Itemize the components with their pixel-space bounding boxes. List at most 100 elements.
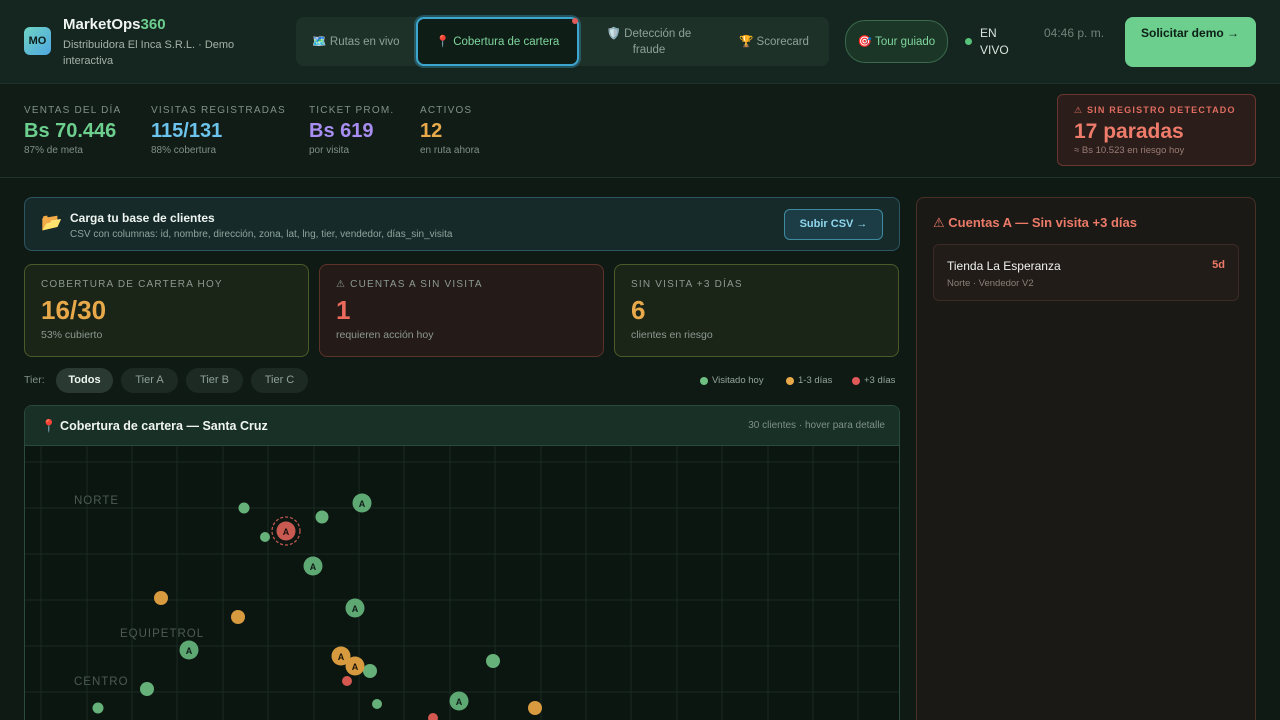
account-name: Tienda La Esperanza xyxy=(947,259,1061,273)
card-label: SIN VISITA +3 DÍAS xyxy=(631,279,743,290)
kpi-visitas: VISITAS REGISTRADAS 115/131 88% cobertur… xyxy=(151,105,286,156)
tier-a-letter: A xyxy=(338,652,345,662)
card-sub: 53% cubierto xyxy=(41,329,103,341)
card-cobertura: COBERTURA DE CARTERA HOY 16/30 53% cubie… xyxy=(24,264,309,357)
kpi-sub: en ruta ahora xyxy=(420,145,480,156)
client-point[interactable] xyxy=(231,610,245,624)
tab-cobertura-de-cartera[interactable]: 📍 Cobertura de cartera xyxy=(416,17,579,66)
kpi-strip: VENTAS DEL DÍA Bs 70.446 87% de meta VIS… xyxy=(0,85,1280,178)
client-point[interactable] xyxy=(528,701,542,715)
legend-3plus-dias: +3 días xyxy=(864,375,896,386)
legend-dot-3plus xyxy=(852,377,860,385)
client-point[interactable] xyxy=(428,713,438,720)
client-point[interactable] xyxy=(342,676,352,686)
legend-dot-visitado xyxy=(700,377,708,385)
tab-cobertura-label: 📍 Cobertura de cartera xyxy=(435,35,560,48)
card-label: ⚠ CUENTAS A SIN VISITA xyxy=(336,279,483,290)
list-item[interactable]: Tienda La Esperanza Norte · Vendedor V2 … xyxy=(933,244,1239,301)
live-status: EN VIVO xyxy=(980,26,1009,57)
map-header: 📍 Cobertura de cartera — Santa Cruz 30 c… xyxy=(25,406,899,446)
brand-name: MarketOps360 xyxy=(63,16,273,33)
tier-a-alert-point[interactable]: A xyxy=(271,516,301,546)
kpi-value: 115/131 xyxy=(151,120,223,142)
client-point[interactable] xyxy=(486,654,500,668)
kpi-label: VISITAS REGISTRADAS xyxy=(151,105,286,116)
subir-csv-button[interactable]: Subir CSV → xyxy=(784,209,883,240)
chip-tier-a[interactable]: Tier A xyxy=(121,368,178,393)
tier-a-letter: A xyxy=(352,604,359,614)
brand-name-accent: 360 xyxy=(140,16,166,33)
card-sub: requieren acción hoy xyxy=(336,329,434,341)
tab-scorecard[interactable]: 🏆 Scorecard xyxy=(719,17,829,66)
kpi-value: 12 xyxy=(420,120,443,142)
solicitar-demo-button[interactable]: Solicitar demo → xyxy=(1125,17,1256,67)
main-tabs: 🗺️ Rutas en vivo 📍 Cobertura de cartera … xyxy=(296,17,829,66)
client-point[interactable] xyxy=(140,682,154,696)
tour-guiado-button[interactable]: 🎯 Tour guiado xyxy=(845,20,948,63)
zone-label-centro: CENTRO xyxy=(74,676,129,688)
client-point[interactable] xyxy=(363,664,377,678)
tier-a-letter: A xyxy=(310,562,317,572)
brand-name-main: MarketOps xyxy=(63,16,141,33)
legend-visitado: Visitado hoy xyxy=(712,375,764,386)
alert-title: ⚠ SIN REGISTRO DETECTADO xyxy=(1074,105,1236,115)
map-panel: 📍 Cobertura de cartera — Santa Cruz 30 c… xyxy=(24,405,900,720)
tab-deteccion-de-fraude[interactable]: 🛡️ Detección de fraude xyxy=(579,17,719,66)
days-without-visit: 5d xyxy=(1212,259,1225,271)
tier-a-letter: A xyxy=(352,662,359,672)
chip-tier-b[interactable]: Tier B xyxy=(186,368,243,393)
coverage-map[interactable]: NORTE EQUIPETROL CENTRO A A A A A A A A xyxy=(25,446,899,720)
side-panel-title: ⚠ Cuentas A — Sin visita +3 días xyxy=(933,215,1137,230)
overdue-points[interactable] xyxy=(342,676,438,720)
legend-1-3-dias: 1-3 días xyxy=(798,375,833,386)
card-sub: clientes en riesgo xyxy=(631,329,713,341)
client-point[interactable] xyxy=(238,502,250,514)
tier-a-letter: A xyxy=(456,697,463,707)
kpi-ticket: TICKET PROM. Bs 619 por visita xyxy=(309,105,394,156)
map-meta: 30 clientes · hover para detalle xyxy=(748,420,885,431)
kpi-value: Bs 619 xyxy=(309,120,374,142)
brand-block: MarketOps360 Distribuidora El Inca S.R.L… xyxy=(63,16,273,69)
cuentas-a-panel: ⚠ Cuentas A — Sin visita +3 días Tienda … xyxy=(916,197,1256,720)
card-sin-visita: SIN VISITA +3 DÍAS 6 clientes en riesgo xyxy=(614,264,899,357)
csv-upload-banner: 📂 Carga tu base de clientes CSV con colu… xyxy=(24,197,900,251)
alert-sub: ≈ Bs 10.523 en riesgo hoy xyxy=(1074,145,1185,156)
kpi-sub: por visita xyxy=(309,145,350,156)
brand-logo: MO xyxy=(24,27,51,55)
chip-todos[interactable]: Todos xyxy=(56,368,113,393)
client-point[interactable] xyxy=(372,699,382,709)
client-point[interactable] xyxy=(154,591,168,605)
kpi-ventas: VENTAS DEL DÍA Bs 70.446 87% de meta xyxy=(24,105,121,156)
kpi-sub: 88% cobertura xyxy=(151,145,217,156)
zone-label-norte: NORTE xyxy=(74,495,119,507)
kpi-label: VENTAS DEL DÍA xyxy=(24,105,122,116)
tier-a-pending[interactable]: A A xyxy=(331,646,365,676)
card-value: 16/30 xyxy=(41,295,107,325)
tier-filter-label: Tier: xyxy=(24,374,45,386)
tier-a-letter: A xyxy=(186,646,193,656)
client-point[interactable] xyxy=(92,702,104,714)
kpi-value: Bs 70.446 xyxy=(24,120,117,142)
upload-subtitle: CSV con columnas: id, nombre, dirección,… xyxy=(70,229,453,240)
visited-points[interactable] xyxy=(92,502,501,714)
card-value: 6 xyxy=(631,295,646,325)
card-value: 1 xyxy=(336,295,351,325)
brand-subtitle: Distribuidora El Inca S.R.L. · Demo inte… xyxy=(63,39,235,67)
map-grid xyxy=(25,446,899,720)
client-point[interactable] xyxy=(315,510,329,524)
sin-registro-alert[interactable]: ⚠ SIN REGISTRO DETECTADO 17 paradas ≈ Bs… xyxy=(1057,94,1256,166)
legend-dot-1-3 xyxy=(786,377,794,385)
alert-value: 17 paradas xyxy=(1074,120,1184,143)
chip-tier-c[interactable]: Tier C xyxy=(251,368,308,393)
account-meta: Norte · Vendedor V2 xyxy=(947,278,1034,289)
kpi-sub: 87% de meta xyxy=(24,145,83,156)
kpi-activos: ACTIVOS 12 en ruta ahora xyxy=(420,105,480,156)
upload-title: Carga tu base de clientes xyxy=(70,211,215,225)
kpi-label: ACTIVOS xyxy=(420,105,473,116)
clock-time: 04:46 p. m. xyxy=(1044,26,1105,40)
kpi-label: TICKET PROM. xyxy=(309,105,395,116)
tab-rutas-en-vivo[interactable]: 🗺️ Rutas en vivo xyxy=(296,17,416,66)
zone-label-equipetrol: EQUIPETROL xyxy=(120,628,204,640)
tier-a-letter: A xyxy=(359,499,366,509)
client-point[interactable] xyxy=(260,532,270,542)
